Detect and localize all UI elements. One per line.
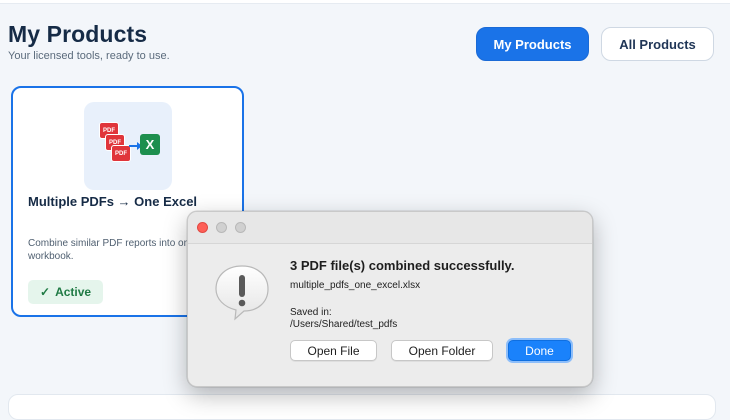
open-folder-button[interactable]: Open Folder <box>391 340 493 361</box>
page-subtitle: Your licensed tools, ready to use. <box>8 50 170 62</box>
zoom-window-icon <box>235 222 246 233</box>
saved-location-path: /Users/Shared/test_pdfs <box>290 319 398 330</box>
pdfs-to-excel-icon: PDF PDF PDF X <box>84 102 172 190</box>
status-badge: ✓ Active <box>28 280 104 304</box>
checkmark-icon: ✓ <box>40 285 51 299</box>
all-products-button[interactable]: All Products <box>601 27 714 61</box>
next-section-card <box>8 394 716 420</box>
open-file-button[interactable]: Open File <box>290 340 377 361</box>
done-button[interactable]: Done <box>508 340 571 361</box>
my-products-button[interactable]: My Products <box>476 27 589 61</box>
product-title: Multiple PDFs → One Excel <box>28 194 198 209</box>
status-badge-label: Active <box>55 285 92 299</box>
output-file-name: multiple_pdfs_one_excel.xlsx <box>290 280 421 291</box>
excel-file-icon: X <box>140 134 160 155</box>
close-window-icon[interactable] <box>197 222 208 233</box>
dialog-heading: 3 PDF file(s) combined successfully. <box>290 258 515 273</box>
minimize-window-icon <box>216 222 227 233</box>
success-dialog: 3 PDF file(s) combined successfully. mul… <box>187 211 593 387</box>
alert-exclamation-icon <box>215 265 269 321</box>
saved-location: Saved in: /Users/Shared/test_pdfs <box>290 307 397 331</box>
top-strip <box>0 0 730 4</box>
page-title: My Products <box>8 21 148 47</box>
dialog-titlebar <box>188 212 592 244</box>
saved-location-label: Saved in: <box>290 307 332 318</box>
pdf-file-icon: PDF <box>111 145 131 162</box>
